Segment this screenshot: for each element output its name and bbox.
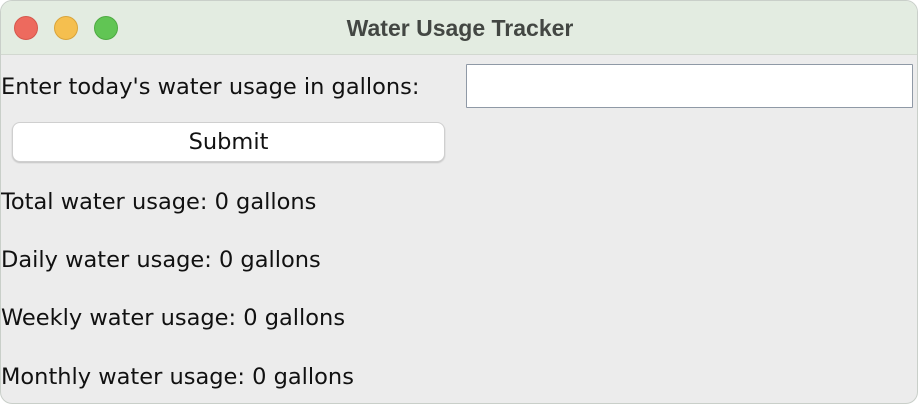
- daily-usage-label: Daily water usage: 0 gallons: [1, 247, 321, 273]
- usage-prompt-label: Enter today's water usage in gallons:: [1, 74, 420, 100]
- weekly-usage-label: Weekly water usage: 0 gallons: [1, 305, 346, 331]
- window-title: Water Usage Tracker: [346, 15, 574, 41]
- submit-button[interactable]: Submit: [12, 122, 445, 162]
- water-usage-input[interactable]: [466, 64, 913, 108]
- total-usage-label: Total water usage: 0 gallons: [1, 189, 317, 215]
- title-bar[interactable]: Water Usage Tracker: [1, 1, 917, 55]
- monthly-usage-label: Monthly water usage: 0 gallons: [1, 364, 354, 390]
- app-window: Water Usage Tracker Enter today's water …: [0, 0, 918, 404]
